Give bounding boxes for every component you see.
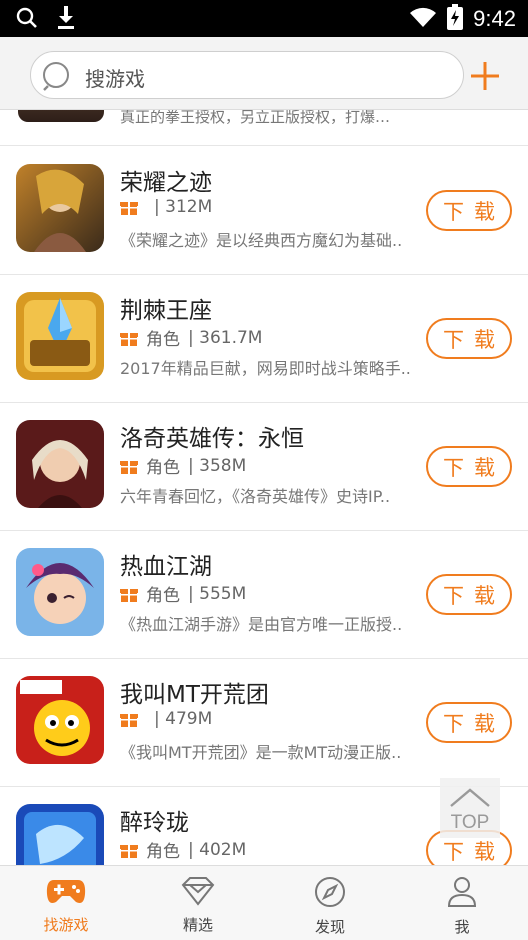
download-button[interactable]: 下载 [426, 702, 512, 743]
game-description: 《热血江湖手游》是由官方唯一正版授.. [120, 615, 403, 634]
tab-me[interactable]: 我 [396, 866, 528, 940]
game-category: 角色 [146, 586, 180, 606]
gift-icon [120, 841, 138, 859]
game-size: | 555M [188, 583, 247, 604]
game-thumbnail [16, 676, 104, 764]
game-thumbnail [16, 292, 104, 380]
list-item[interactable]: 荣耀之迹 | 312M 《荣耀之迹》是以经典西方魔幻为基础.. 下载 [0, 147, 528, 275]
gift-icon [120, 710, 138, 728]
game-category: 角色 [146, 842, 180, 862]
download-icon [56, 6, 76, 34]
search-icon [39, 59, 73, 97]
game-name: 荣耀之迹 [120, 170, 212, 196]
game-thumbnail [18, 110, 104, 122]
game-size: | 479M [154, 709, 213, 729]
list-item[interactable]: 荆棘王座 角色 | 361.7M 2017年精品巨献，网易即时战斗策略手.. 下… [0, 275, 528, 403]
battery-icon [447, 4, 464, 34]
back-to-top-label: TOP [450, 812, 490, 833]
game-thumbnail [16, 420, 104, 508]
download-button[interactable]: 下载 [426, 318, 512, 359]
diamond-icon [181, 876, 215, 910]
search-placeholder: 搜游戏 [85, 67, 145, 91]
game-name: 醉玲珑 [120, 810, 189, 836]
list-item[interactable]: 我叫MT开荒团 | 479M 《我叫MT开荒团》是一款MT动漫正版.. 下载 [0, 659, 528, 787]
game-meta: | 312M [120, 197, 212, 217]
bottom-nav: 找游戏 精选 发现 我 [0, 865, 528, 940]
list-item[interactable]: 热血江湖 角色 | 555M 《热血江湖手游》是由官方唯一正版授.. 下载 [0, 531, 528, 659]
back-to-top-button[interactable]: TOP [440, 778, 500, 838]
game-meta: | 479M [120, 709, 212, 729]
tab-label: 我 [454, 918, 470, 936]
game-description: 2017年精品巨献，网易即时战斗策略手.. [120, 359, 411, 378]
plus-icon [471, 62, 499, 90]
game-description: 《我叫MT开荒团》是一款MT动漫正版.. [120, 743, 402, 762]
wifi-icon [409, 6, 437, 32]
game-description: 《荣耀之迹》是以经典西方魔幻为基础.. [120, 231, 403, 250]
game-size: | 312M [154, 197, 213, 217]
tab-discover[interactable]: 发现 [264, 866, 396, 940]
game-name: 洛奇英雄传：永恒 [120, 426, 304, 452]
status-time: 9:42 [473, 6, 516, 31]
game-name: 荆棘王座 [120, 298, 212, 324]
list-item[interactable]: 洛奇英雄传：永恒 角色 | 358M 六年青春回忆，《洛奇英雄传》史诗IP.. … [0, 403, 528, 531]
download-button[interactable]: 下载 [426, 190, 512, 231]
gamepad-icon [46, 876, 86, 910]
game-name: 我叫MT开荒团 [120, 682, 269, 708]
game-meta: 角色 | 555M [120, 581, 246, 606]
download-button[interactable]: 下载 [426, 574, 512, 615]
compass-icon [314, 876, 346, 912]
tab-label: 找游戏 [43, 916, 89, 934]
tab-label: 发现 [314, 918, 345, 936]
gift-icon [120, 198, 138, 216]
list-item[interactable]: 真正的拳王授权，另立正版授权，打爆… [0, 110, 528, 146]
chevron-up-icon [449, 788, 491, 812]
tab-find-games[interactable]: 找游戏 [0, 866, 132, 940]
add-button[interactable] [470, 61, 500, 91]
search-header: 搜游戏 [0, 37, 528, 110]
game-size: | 358M [188, 455, 247, 476]
game-size: | 361.7M [188, 327, 263, 348]
gift-icon [120, 329, 138, 347]
tab-featured[interactable]: 精选 [132, 866, 264, 940]
game-meta: 角色 | 402M [120, 837, 246, 862]
game-thumbnail [16, 804, 104, 865]
game-name: 热血江湖 [120, 554, 212, 580]
gift-icon [120, 585, 138, 603]
game-category: 角色 [146, 458, 180, 478]
tab-label: 精选 [182, 916, 213, 934]
game-list[interactable]: 真正的拳王授权，另立正版授权，打爆… 荣耀之迹 | 312M 《荣耀之迹》是以经… [0, 110, 528, 865]
game-meta: 角色 | 361.7M [120, 325, 262, 350]
game-thumbnail [16, 548, 104, 636]
game-meta: 角色 | 358M [120, 453, 246, 478]
game-category: 角色 [146, 330, 180, 350]
game-thumbnail [16, 164, 104, 252]
search-input[interactable]: 搜游戏 [30, 51, 464, 99]
search-icon [16, 7, 38, 33]
game-description: 真正的拳王授权，另立正版授权，打爆… [120, 110, 391, 126]
game-size: | 402M [188, 839, 247, 860]
download-button[interactable]: 下载 [426, 446, 512, 487]
game-description: 六年青春回忆，《洛奇英雄传》史诗IP.. [120, 487, 391, 506]
status-bar: 9:42 [0, 0, 528, 37]
user-icon [447, 876, 477, 912]
gift-icon [120, 457, 138, 475]
